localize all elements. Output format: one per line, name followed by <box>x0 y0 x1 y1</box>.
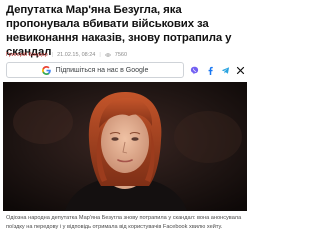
article-meta: Григорій Бондар | 21.02.15, 08:24 | 7560 <box>6 50 127 60</box>
meta-separator: | <box>99 52 101 58</box>
telegram-icon <box>221 66 229 74</box>
eye-icon <box>104 53 111 57</box>
article-date: 21.02.15, 08:24 <box>57 52 96 58</box>
portrait-image <box>3 82 247 211</box>
follow-google-label: Підпишіться на нас в Google <box>55 66 149 74</box>
share-x-button[interactable] <box>233 63 247 77</box>
share-telegram-button[interactable] <box>218 63 232 77</box>
article-lead: Одіозна народна депутатка Мар'яна Безугл… <box>6 215 242 230</box>
article-photo <box>3 82 247 211</box>
share-facebook-button[interactable] <box>203 63 217 77</box>
view-count: 7560 <box>114 52 128 58</box>
viber-icon <box>190 66 198 74</box>
x-icon <box>236 66 244 74</box>
share-viber-button[interactable] <box>187 63 201 77</box>
facebook-icon <box>208 66 213 75</box>
meta-separator: | <box>51 52 54 58</box>
google-icon <box>41 65 51 75</box>
follow-google-button[interactable]: Підпишіться на нас в Google <box>6 62 184 78</box>
author-link[interactable]: Григорій Бондар <box>6 50 48 60</box>
